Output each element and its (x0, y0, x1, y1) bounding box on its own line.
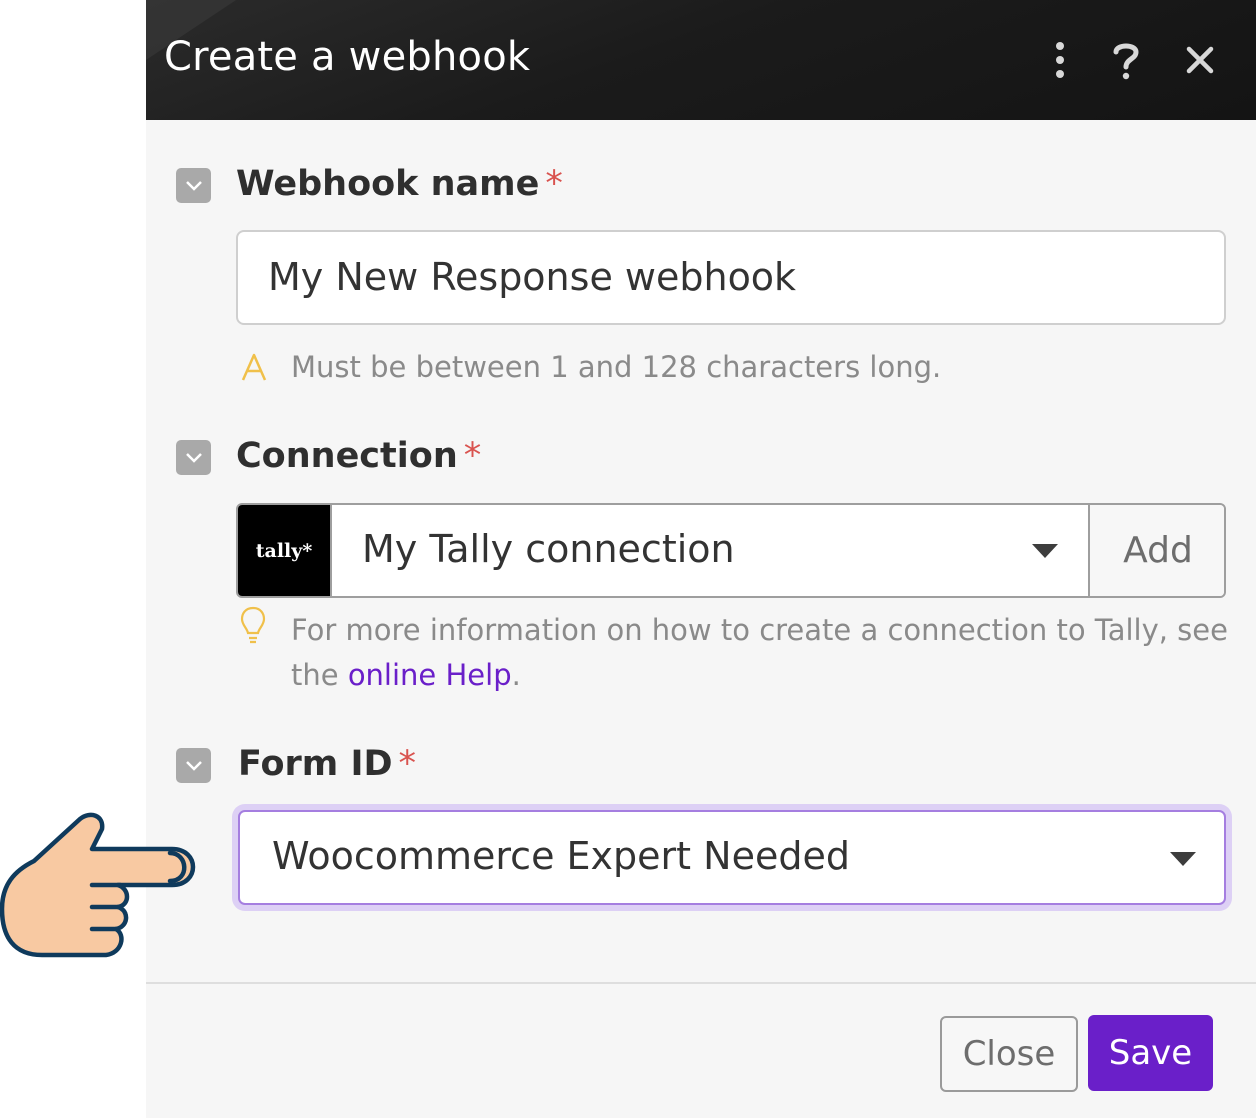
dialog-title: Create a webhook (164, 34, 531, 80)
form-id-label: Form ID * (238, 744, 416, 784)
footer-divider (146, 982, 1256, 984)
add-button-label: Add (1123, 530, 1193, 571)
connection-collapse-toggle[interactable] (176, 440, 211, 475)
create-webhook-dialog: Create a webhook Webhook name * My New R… (146, 0, 1256, 1118)
webhook-name-hint: Must be between 1 and 128 characters lon… (291, 350, 942, 384)
webhook-name-input[interactable]: My New Response webhook (236, 230, 1226, 325)
pointing-hand-icon (0, 805, 205, 968)
more-vertical-icon[interactable] (1036, 36, 1084, 84)
connection-select[interactable]: My Tally connection (330, 505, 1088, 596)
tally-logo: tally* (238, 505, 330, 596)
connection-select-group: tally* My Tally connection Add (236, 503, 1226, 598)
close-icon[interactable] (1176, 36, 1224, 84)
connection-label-text: Connection (236, 436, 458, 476)
save-button[interactable]: Save (1088, 1015, 1213, 1091)
close-button-label: Close (962, 1034, 1056, 1074)
add-connection-button[interactable]: Add (1088, 505, 1224, 596)
connection-hint-suffix: . (511, 658, 521, 692)
form-id-collapse-toggle[interactable] (176, 748, 211, 783)
connection-select-value: My Tally connection (362, 527, 735, 571)
form-id-label-text: Form ID (238, 744, 393, 784)
close-button[interactable]: Close (940, 1016, 1078, 1092)
form-id-select-value: Woocommerce Expert Needed (272, 834, 850, 878)
chevron-down-icon (185, 760, 202, 771)
connection-label: Connection * (236, 436, 481, 476)
required-mark: * (545, 164, 563, 204)
lightbulb-icon (240, 606, 266, 651)
chevron-down-icon (185, 180, 202, 191)
dialog-header: Create a webhook (146, 0, 1256, 120)
chevron-down-icon (185, 452, 202, 463)
caret-down-icon (1032, 544, 1058, 558)
tally-logo-text: tally* (255, 539, 313, 562)
help-icon[interactable] (1102, 36, 1150, 84)
webhook-name-collapse-toggle[interactable] (176, 168, 211, 203)
online-help-link[interactable]: online Help (348, 658, 512, 692)
save-button-label: Save (1108, 1033, 1193, 1073)
text-format-icon (240, 352, 268, 387)
required-mark: * (398, 744, 417, 784)
caret-down-icon (1170, 852, 1196, 866)
webhook-name-label-text: Webhook name (236, 164, 540, 204)
required-mark: * (463, 436, 482, 476)
webhook-name-label: Webhook name * (236, 164, 563, 204)
form-id-select[interactable]: Woocommerce Expert Needed (238, 810, 1226, 905)
connection-hint: For more information on how to create a … (291, 608, 1231, 698)
